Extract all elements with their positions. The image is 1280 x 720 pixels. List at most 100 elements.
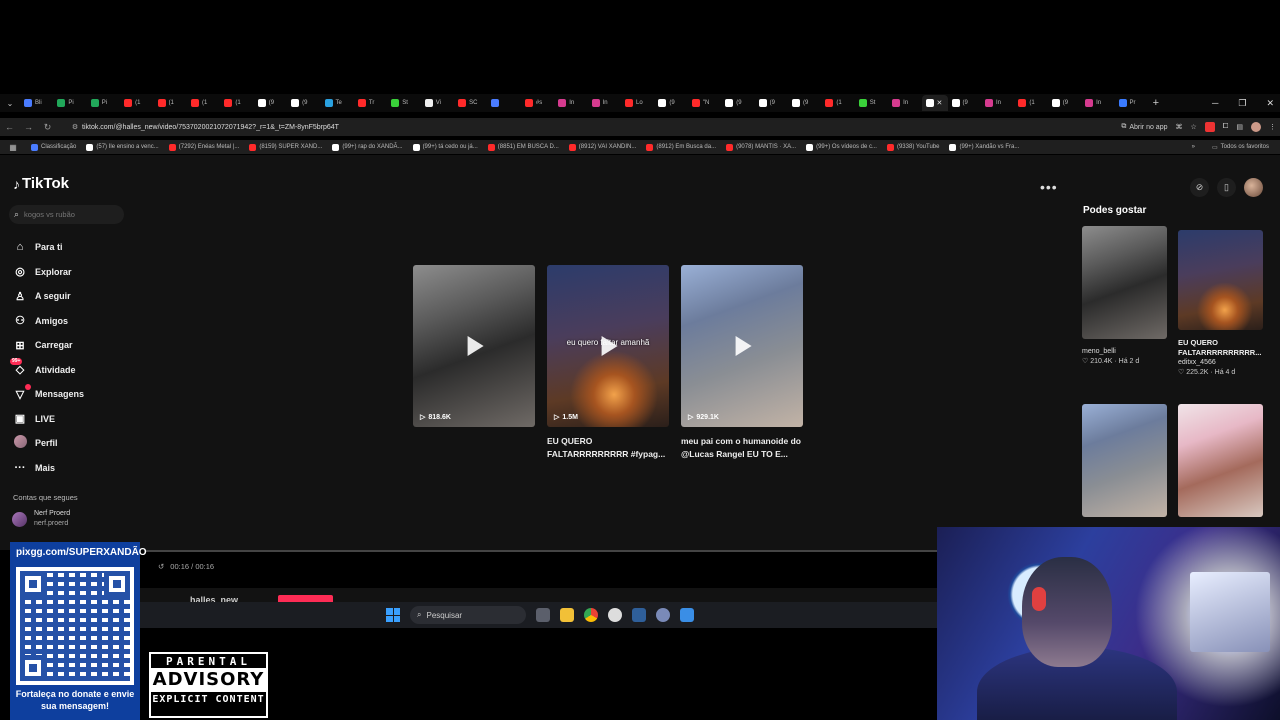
user-avatar[interactable] <box>1244 178 1263 197</box>
translate-icon[interactable]: ⌘ <box>1175 123 1182 131</box>
bookmark-item[interactable]: (9338) YouTube <box>882 140 944 154</box>
search-input[interactable]: ⌕ kogos vs rubão <box>9 205 124 224</box>
chrome-icon[interactable] <box>584 608 598 622</box>
video-caption[interactable]: EU QUERO FALTARRRRRRRRR #fypag... <box>547 435 669 461</box>
sidebar-item-mensagens[interactable]: ▽ Mensagens <box>13 382 84 407</box>
browser-tab[interactable]: SC <box>454 95 487 111</box>
browser-tab[interactable] <box>487 95 520 111</box>
extensions-icon[interactable]: ⧠ <box>1223 123 1229 131</box>
video-card[interactable]: ▷ 929.1K meu pai com o humanoide do @Luca… <box>681 265 803 461</box>
taskbar-search[interactable]: ⌕ Pesquisar <box>410 606 526 624</box>
forward-button[interactable]: → <box>19 122 38 132</box>
browser-tab[interactable]: (1 <box>220 95 253 111</box>
recommended-user[interactable]: editxx_4566 <box>1178 358 1263 368</box>
recommended-video[interactable] <box>1082 404 1167 517</box>
browser-tab[interactable]: Pr <box>1115 95 1148 111</box>
site-info-icon[interactable]: ⚙ <box>68 123 82 131</box>
sidebar-icon[interactable]: ▤ <box>1236 123 1243 131</box>
browser-tab[interactable]: (9 <box>788 95 821 111</box>
browser-tab[interactable]: (9 <box>287 95 320 111</box>
browser-tab[interactable]: Pi <box>53 95 86 111</box>
recommended-thumbnail[interactable] <box>1082 226 1167 339</box>
menu-dots-icon[interactable]: ⋮ <box>1269 123 1276 131</box>
all-bookmarks-folder[interactable]: ▭ Todos os favoritos <box>1207 140 1274 154</box>
browser-tab[interactable]: (1 <box>1014 95 1047 111</box>
task-view-icon[interactable] <box>536 608 550 622</box>
browser-tab[interactable]: Vi <box>421 95 454 111</box>
tiktok-logo[interactable]: ♪ TikTok <box>13 175 69 192</box>
video-thumbnail[interactable]: ▷ 818.6K <box>413 265 535 427</box>
browser-tab[interactable]: (1 <box>187 95 220 111</box>
browser-tab[interactable]: St <box>855 95 888 111</box>
browser-tab[interactable]: In <box>588 95 621 111</box>
recommended-video[interactable] <box>1178 404 1263 517</box>
settings-icon[interactable] <box>656 608 670 622</box>
sidebar-item-carregar[interactable]: ⊞ Carregar <box>13 333 84 358</box>
video-thumbnail[interactable]: ▷ 929.1K <box>681 265 803 427</box>
tab-search-icon[interactable]: ⌄ <box>0 99 20 108</box>
browser-tab[interactable]: (1 <box>154 95 187 111</box>
recommended-user[interactable]: meno_belli <box>1082 347 1167 357</box>
bookmark-item[interactable]: (99+) tá cedo ou já... <box>408 140 483 154</box>
sidebar-item-para-ti[interactable]: ⌂ Para ti <box>13 235 84 260</box>
open-in-app-button[interactable]: ⧉ Abrir no app <box>1121 123 1167 131</box>
browser-tab[interactable]: #s <box>521 95 554 111</box>
recommended-video[interactable]: EU QUERO FALTARRRRRRRRRR... editxx_4566 … <box>1178 230 1263 378</box>
bookmark-item[interactable]: (9078) MANTIS · XA... <box>721 140 801 154</box>
sidebar-item-live[interactable]: ▣ LIVE <box>13 407 84 432</box>
browser-tab[interactable]: St <box>387 95 420 111</box>
browser-tab[interactable]: In <box>1081 95 1114 111</box>
browser-tab[interactable]: In <box>888 95 921 111</box>
bookmark-item[interactable]: (7292) Enéas Metal |... <box>164 140 245 154</box>
recording-app-icon[interactable] <box>608 608 622 622</box>
reload-button[interactable]: ↻ <box>38 122 57 133</box>
recommended-thumbnail[interactable] <box>1178 230 1263 330</box>
bookmark-item[interactable]: Classificação <box>26 140 81 154</box>
browser-tab[interactable]: (9 <box>755 95 788 111</box>
recommended-thumbnail[interactable] <box>1178 404 1263 517</box>
browser-tab[interactable]: (1 <box>821 95 854 111</box>
video-card[interactable]: eu quero faltar amanhã ▷ 1.5M EU QUERO FA… <box>547 265 669 461</box>
browser-tab[interactable]: In <box>554 95 587 111</box>
browser-tab[interactable]: (9 <box>254 95 287 111</box>
address-bar[interactable]: ⚙ tiktok.com/@halles_new/video/753702002… <box>68 119 1278 135</box>
bookmark-item[interactable]: (8159) SUPER XAND... <box>244 140 327 154</box>
apps-grid-icon[interactable]: ▦ <box>0 143 26 152</box>
sidebar-item-mais[interactable]: ··· Mais <box>13 456 84 481</box>
more-options-icon[interactable]: ••• <box>1040 179 1058 195</box>
video-card[interactable]: ▷ 818.6K <box>413 265 535 435</box>
video-thumbnail[interactable]: eu quero faltar amanhã ▷ 1.5M <box>547 265 669 427</box>
maximize-button[interactable]: ❐ <box>1238 94 1246 112</box>
follow-button[interactable] <box>278 595 333 602</box>
sidebar-item-explorar[interactable]: ◎ Explorar <box>13 260 84 285</box>
file-explorer-icon[interactable] <box>560 608 574 622</box>
bookmark-item[interactable]: (8912) VAI XANDIN... <box>564 140 642 154</box>
browser-tab[interactable]: (9 <box>654 95 687 111</box>
bookmark-star-icon[interactable]: ☆ <box>1190 123 1196 131</box>
close-window-button[interactable]: ✕ <box>1266 94 1274 112</box>
following-account[interactable]: Nerf Proerd nerf.proerd <box>12 509 70 529</box>
recommended-caption[interactable]: EU QUERO FALTARRRRRRRRRR... <box>1178 338 1263 358</box>
sidebar-item-perfil[interactable]: Perfil <box>13 431 84 456</box>
tab-active[interactable]: ✕ <box>921 95 948 111</box>
sidebar-item-a-seguir[interactable]: ♙ A seguir <box>13 284 84 309</box>
profile-avatar-icon[interactable] <box>1251 122 1261 132</box>
browser-tab[interactable]: "N <box>688 95 721 111</box>
bookmark-item[interactable]: (57) Ile ensino a venc... <box>81 140 163 154</box>
get-coins-icon[interactable]: ⊘ <box>1190 178 1209 197</box>
browser-tab[interactable]: (1 <box>120 95 153 111</box>
bookmark-item[interactable]: (99+) Xandão vs Fra... <box>944 140 1024 154</box>
browser-tab[interactable]: Bli <box>20 95 53 111</box>
bookmark-item[interactable]: (8851) EM BUSCA D... <box>483 140 564 154</box>
sidebar-item-atividade[interactable]: ◇ 99+ Atividade <box>10 358 84 383</box>
bookmark-item[interactable]: (99+) rap do XANDÃ... <box>327 140 407 154</box>
player-username[interactable]: halles_new <box>190 595 238 602</box>
browser-tab[interactable]: In <box>981 95 1014 111</box>
steam-icon[interactable] <box>632 608 646 622</box>
sidebar-item-amigos[interactable]: ⚇ Amigos <box>13 309 84 334</box>
windows-start-icon[interactable] <box>386 608 400 622</box>
bookmark-item[interactable]: (8912) Em Busca da... <box>641 140 721 154</box>
browser-tab[interactable]: (9 <box>1048 95 1081 111</box>
bookmark-item[interactable]: (99+) Os vídeos de c... <box>801 140 882 154</box>
back-button[interactable]: ← <box>0 122 19 132</box>
